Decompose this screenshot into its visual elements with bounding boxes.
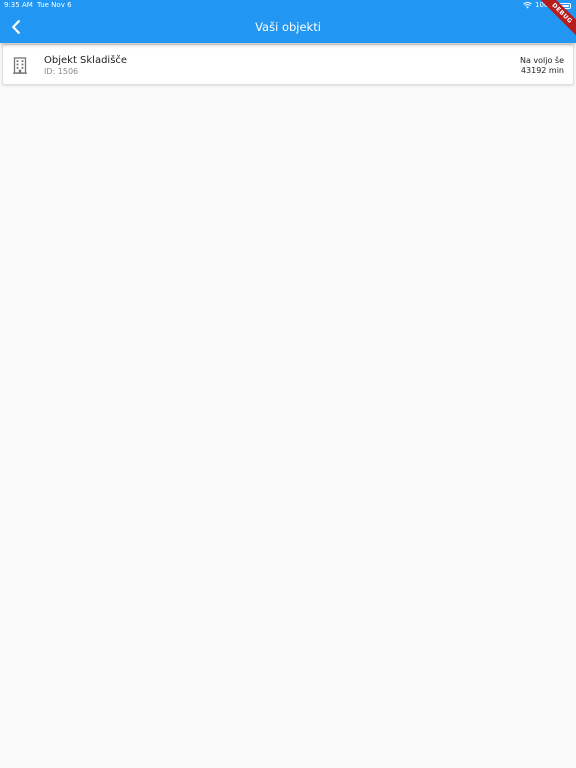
status-bar: 9:35 AM Tue Nov 6 100% [0, 0, 576, 12]
object-id: ID: 1506 [44, 67, 79, 76]
object-name: Objekt Skladišče [44, 55, 128, 66]
availability-label: Na voljo še [519, 56, 564, 65]
page-title: Vaši objekti [255, 20, 321, 34]
availability-value: 43192 min [520, 66, 564, 75]
app-bar: 9:35 AM Tue Nov 6 100% Vaši objekti [0, 0, 576, 43]
status-date: Tue Nov 6 [37, 1, 72, 9]
objects-list: Objekt Skladišče ID: 1506 Na voljo še 43… [2, 44, 574, 85]
wifi-icon [523, 2, 532, 9]
status-time: 9:35 AM [4, 1, 33, 9]
building-icon [13, 57, 27, 74]
availability: Na voljo še 43192 min [520, 56, 564, 76]
object-list-item[interactable]: Objekt Skladišče ID: 1506 Na voljo še 43… [2, 44, 574, 85]
